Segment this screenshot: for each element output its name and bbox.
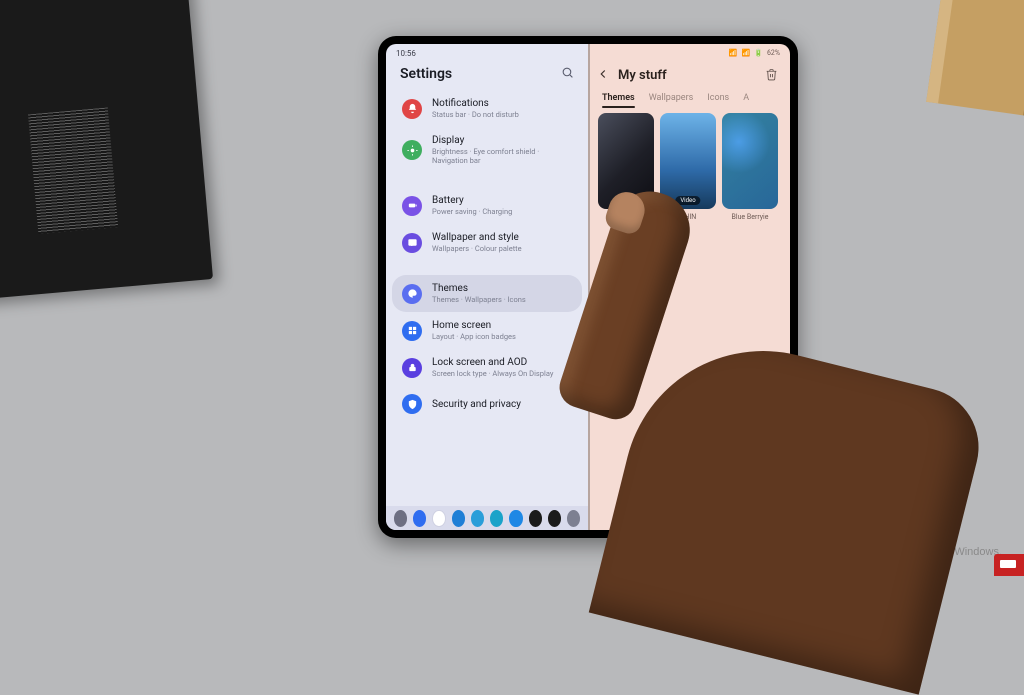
trash-icon[interactable]	[765, 66, 778, 85]
taskbar-app-6[interactable]	[509, 510, 522, 527]
settings-item-notifications[interactable]: NotificationsStatus bar · Do not disturb	[392, 90, 582, 127]
video-badge: Video	[675, 196, 700, 205]
taskbar-app-5[interactable]	[490, 510, 503, 527]
signal-icon: 📶	[729, 49, 738, 57]
theme-thumb-1[interactable]: Video CHIN	[660, 113, 716, 221]
back-icon[interactable]	[596, 66, 610, 85]
settings-item-subtitle: Screen lock type · Always On Display	[432, 369, 553, 378]
settings-item-subtitle: Power saving · Charging	[432, 207, 512, 216]
status-bar-right: 📶 📶 🔋 62%	[588, 44, 790, 62]
settings-item-subtitle: Wallpapers · Colour palette	[432, 244, 522, 253]
settings-item-title: Wallpaper and style	[432, 232, 522, 243]
palette-icon	[402, 284, 422, 304]
settings-title: Settings	[400, 66, 452, 82]
watermark-line1: Activate Windows	[828, 528, 1002, 546]
theme-thumb-0[interactable]: De	[598, 113, 654, 221]
settings-item-home-screen[interactable]: Home screenLayout · App icon badges	[392, 312, 582, 349]
settings-item-title: Security and privacy	[432, 399, 521, 410]
settings-header: Settings	[386, 62, 588, 90]
barcode	[28, 107, 118, 234]
lock-icon	[402, 358, 422, 378]
watermark-line2: Go to Settings to activate Windows.	[828, 546, 1002, 558]
settings-pane: 10:56 Settings NotificationsStatus bar ·…	[386, 44, 588, 530]
taskbar-app-4[interactable]	[471, 510, 484, 527]
product-box: Galaxy Z Fold6	[0, 0, 213, 300]
settings-item-display[interactable]: DisplayBrightness · Eye comfort shield ·…	[392, 127, 582, 173]
taskbar-app-1[interactable]	[413, 510, 426, 527]
theme-thumb-label: CHIN	[660, 213, 716, 221]
bell-icon	[402, 99, 422, 119]
settings-item-subtitle: Status bar · Do not disturb	[432, 110, 519, 119]
settings-item-title: Home screen	[432, 320, 516, 331]
tab-themes[interactable]: Themes	[602, 93, 635, 103]
theme-thumb-2[interactable]: Blue Berryie	[722, 113, 778, 221]
taskbar-app-3[interactable]	[452, 510, 465, 527]
mystuff-title: My stuff	[618, 68, 757, 83]
theme-thumb-label: De	[598, 213, 654, 221]
taskbar-app-2[interactable]	[432, 510, 446, 527]
theme-thumb-image: Video	[660, 113, 716, 209]
channel-logo	[994, 554, 1024, 576]
grid-icon	[402, 321, 422, 341]
status-time: 10:56	[396, 49, 416, 58]
windows-watermark: Activate Windows Go to Settings to activ…	[828, 528, 1002, 558]
settings-item-title: Battery	[432, 195, 512, 206]
settings-item-subtitle: Layout · App icon badges	[432, 332, 516, 341]
wooden-object	[926, 0, 1024, 117]
settings-item-lock-screen-and-aod[interactable]: Lock screen and AODScreen lock type · Al…	[392, 349, 582, 386]
image-icon	[402, 233, 422, 253]
theme-thumb-label: Blue Berryie	[722, 213, 778, 221]
battery-percent: 62%	[767, 49, 780, 57]
settings-item-title: Themes	[432, 283, 526, 294]
foldable-device: 10:56 Settings NotificationsStatus bar ·…	[378, 36, 798, 538]
settings-item-title: Lock screen and AOD	[432, 357, 553, 368]
battery-icon: 🔋	[754, 49, 763, 57]
mystuff-header: My stuff	[588, 62, 790, 91]
tab-a[interactable]: A	[743, 93, 749, 103]
taskbar-app-9[interactable]	[567, 510, 580, 527]
wifi-icon: 📶	[742, 49, 751, 57]
settings-item-security-and-privacy[interactable]: Security and privacy	[392, 386, 582, 422]
taskbar	[386, 506, 588, 530]
theme-thumb-image	[598, 113, 654, 209]
theme-thumbnails: De Video CHIN Blue Berryie	[588, 111, 790, 223]
settings-item-title: Notifications	[432, 98, 519, 109]
search-icon[interactable]	[561, 66, 574, 82]
tab-icons[interactable]: Icons	[707, 93, 729, 103]
taskbar-app-8[interactable]	[548, 510, 561, 527]
taskbar-app-0[interactable]	[394, 510, 407, 527]
mystuff-pane: 📶 📶 🔋 62% My stuff Themes Wallpapers Icons…	[588, 44, 790, 530]
shield-icon	[402, 394, 422, 414]
status-bar-left: 10:56	[386, 44, 588, 62]
tab-wallpapers[interactable]: Wallpapers	[649, 93, 694, 103]
settings-item-subtitle: Brightness · Eye comfort shield · Naviga…	[432, 147, 572, 165]
settings-list: NotificationsStatus bar · Do not disturb…	[386, 90, 588, 530]
sun-icon	[402, 140, 422, 160]
mystuff-tabs: Themes Wallpapers Icons A	[588, 91, 790, 111]
taskbar-app-7[interactable]	[529, 510, 542, 527]
settings-item-themes[interactable]: ThemesThemes · Wallpapers · Icons	[392, 275, 582, 312]
settings-item-title: Display	[432, 135, 572, 146]
theme-thumb-image	[722, 113, 778, 209]
fold-hinge	[588, 44, 590, 530]
battery-icon	[402, 196, 422, 216]
settings-item-subtitle: Themes · Wallpapers · Icons	[432, 295, 526, 304]
settings-item-wallpaper-and-style[interactable]: Wallpaper and styleWallpapers · Colour p…	[392, 224, 582, 261]
settings-item-battery[interactable]: BatteryPower saving · Charging	[392, 187, 582, 224]
